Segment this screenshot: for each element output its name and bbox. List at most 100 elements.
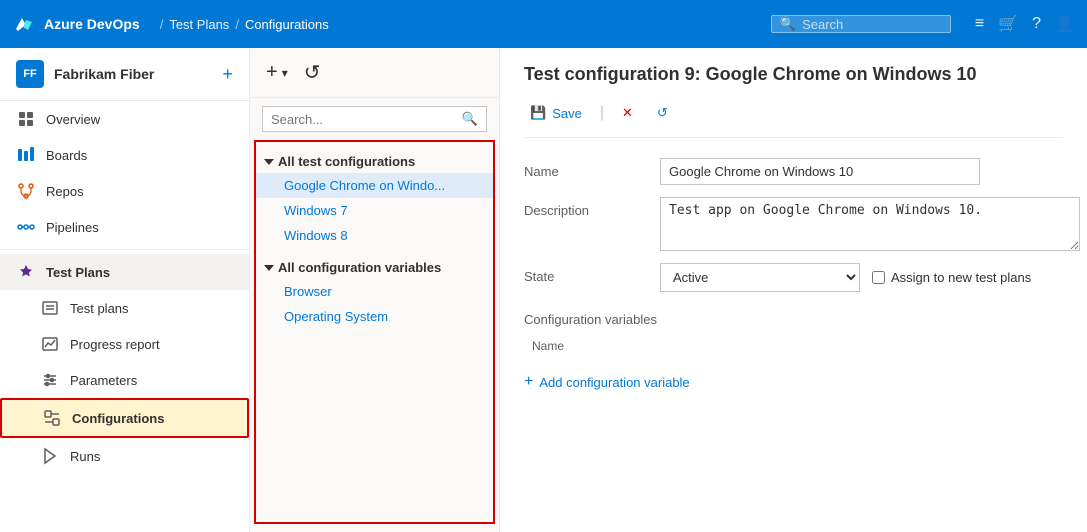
configurations-icon <box>42 408 62 428</box>
discard-button[interactable]: ✕ <box>616 101 639 125</box>
sidebar-item-configurations[interactable]: Configurations <box>0 398 249 438</box>
topbar-logo: Azure DevOps <box>12 12 140 36</box>
test-plans-icon <box>16 262 36 282</box>
runs-icon <box>40 446 60 466</box>
right-panel: Test configuration 9: Google Chrome on W… <box>500 48 1087 532</box>
org-name: Fabrikam Fiber <box>54 66 212 82</box>
search-input[interactable] <box>802 17 942 32</box>
breadcrumb-configurations: Configurations <box>245 17 329 32</box>
tree-group-variables-text: All configuration variables <box>278 260 441 275</box>
test-plans-sub-label: Test plans <box>70 301 129 316</box>
sidebar-item-test-plans[interactable]: Test Plans <box>0 254 249 290</box>
tree-item-windows7-label: Windows 7 <box>284 203 348 218</box>
name-input[interactable] <box>660 158 980 185</box>
parameters-label: Parameters <box>70 373 137 388</box>
parameters-icon <box>40 370 60 390</box>
middle-toolbar: + ▾ ↺ <box>250 48 499 98</box>
tree-item-os[interactable]: Operating System <box>256 304 493 329</box>
state-select[interactable]: Active Inactive <box>660 263 860 292</box>
refresh-button[interactable]: ↺ <box>300 56 325 89</box>
sidebar-item-repos[interactable]: Repos <box>0 173 249 209</box>
boards-icon <box>16 145 36 165</box>
name-label: Name <box>524 158 644 179</box>
profile-icon[interactable]: 👤 <box>1055 14 1075 34</box>
config-vars-title: Configuration variables <box>524 312 1063 327</box>
tree-group-configs-label[interactable]: All test configurations <box>256 150 493 173</box>
refresh-action-icon: ↺ <box>657 105 668 121</box>
breadcrumb-test-plans[interactable]: Test Plans <box>169 17 229 32</box>
sidebar-item-pipelines[interactable]: Pipelines <box>0 209 249 245</box>
assign-label: Assign to new test plans <box>891 270 1031 285</box>
middle-search-input[interactable] <box>271 112 462 127</box>
add-icon: + <box>266 61 278 84</box>
repos-label: Repos <box>46 184 84 199</box>
breadcrumb-separator2: / <box>235 17 239 32</box>
tree-item-chrome-label: Google Chrome on Windo... <box>284 178 445 193</box>
description-label: Description <box>524 197 644 218</box>
add-dropdown-icon: ▾ <box>282 66 288 80</box>
topbar-action-icons: ≡ 🛒 ? 👤 <box>975 14 1075 34</box>
tree-item-windows8[interactable]: Windows 8 <box>256 223 493 248</box>
assign-checkbox-label: Assign to new test plans <box>872 270 1031 285</box>
tree-panel: All test configurations Google Chrome on… <box>254 140 495 524</box>
runs-label: Runs <box>70 449 100 464</box>
tree-item-browser[interactable]: Browser <box>256 279 493 304</box>
tree-item-os-label: Operating System <box>284 309 388 324</box>
configurations-label: Configurations <box>72 411 164 426</box>
notification-icon[interactable]: 🛒 <box>998 14 1018 34</box>
assign-checkbox[interactable] <box>872 271 885 284</box>
state-label: State <box>524 263 644 284</box>
tree-item-browser-label: Browser <box>284 284 332 299</box>
middle-panel: + ▾ ↺ 🔍 All test configurations Google C… <box>250 48 500 532</box>
pipelines-icon <box>16 217 36 237</box>
middle-search-box[interactable]: 🔍 <box>262 106 487 132</box>
add-button[interactable]: + ▾ <box>262 57 292 88</box>
sidebar-item-boards[interactable]: Boards <box>0 137 249 173</box>
sidebar-item-overview[interactable]: Overview <box>0 101 249 137</box>
test-plans-label: Test Plans <box>46 265 110 280</box>
topbar-search-box[interactable]: 🔍 <box>771 15 951 33</box>
progress-report-icon <box>40 334 60 354</box>
config-vars-section: Configuration variables Name + Add confi… <box>524 312 1063 399</box>
add-variable-label: Add configuration variable <box>539 375 689 390</box>
save-label: Save <box>552 106 582 121</box>
discard-icon: ✕ <box>622 105 633 121</box>
add-org-button[interactable]: + <box>222 64 233 85</box>
tree-item-windows7[interactable]: Windows 7 <box>256 198 493 223</box>
tree-item-chrome-windows[interactable]: Google Chrome on Windo... <box>256 173 493 198</box>
main-content: FF Fabrikam Fiber + Overview Boards Repo… <box>0 48 1087 532</box>
tree-group-variables: All configuration variables Browser Oper… <box>256 252 493 333</box>
add-variable-icon: + <box>524 373 533 391</box>
search-icon: 🔍 <box>780 16 796 32</box>
tree-group-configs-text: All test configurations <box>278 154 415 169</box>
save-button[interactable]: 💾 Save <box>524 101 588 125</box>
topbar: Azure DevOps / Test Plans / Configuratio… <box>0 0 1087 48</box>
expand-variables-icon <box>264 265 274 271</box>
sidebar-item-parameters[interactable]: Parameters <box>0 362 249 398</box>
grid-icon[interactable]: ≡ <box>975 15 984 33</box>
org-header: FF Fabrikam Fiber + <box>0 48 249 101</box>
config-vars-header: Name <box>524 335 1063 357</box>
search-icon: 🔍 <box>462 111 478 127</box>
sidebar-item-test-plans-sub[interactable]: Test plans <box>0 290 249 326</box>
page-title: Test configuration 9: Google Chrome on W… <box>524 64 1063 85</box>
topbar-app-name: Azure DevOps <box>44 16 140 32</box>
refresh-icon: ↺ <box>304 60 321 85</box>
sidebar: FF Fabrikam Fiber + Overview Boards Repo… <box>0 48 250 532</box>
sidebar-item-progress-report[interactable]: Progress report <box>0 326 249 362</box>
tree-group-variables-label[interactable]: All configuration variables <box>256 256 493 279</box>
sidebar-item-runs[interactable]: Runs <box>0 438 249 474</box>
description-textarea[interactable]: Test app on Google Chrome on Windows 10. <box>660 197 1080 251</box>
save-icon: 💾 <box>530 105 546 121</box>
form-section: Name Description Test app on Google Chro… <box>524 158 1063 292</box>
pipelines-label: Pipelines <box>46 220 99 235</box>
breadcrumb: / Test Plans / Configurations <box>160 17 329 32</box>
repos-icon <box>16 181 36 201</box>
refresh-action-button[interactable]: ↺ <box>651 101 674 125</box>
help-icon[interactable]: ? <box>1032 15 1041 33</box>
add-variable-button[interactable]: + Add configuration variable <box>524 365 690 399</box>
breadcrumb-separator1: / <box>160 17 164 32</box>
overview-label: Overview <box>46 112 100 127</box>
org-avatar: FF <box>16 60 44 88</box>
expand-configs-icon <box>264 159 274 165</box>
